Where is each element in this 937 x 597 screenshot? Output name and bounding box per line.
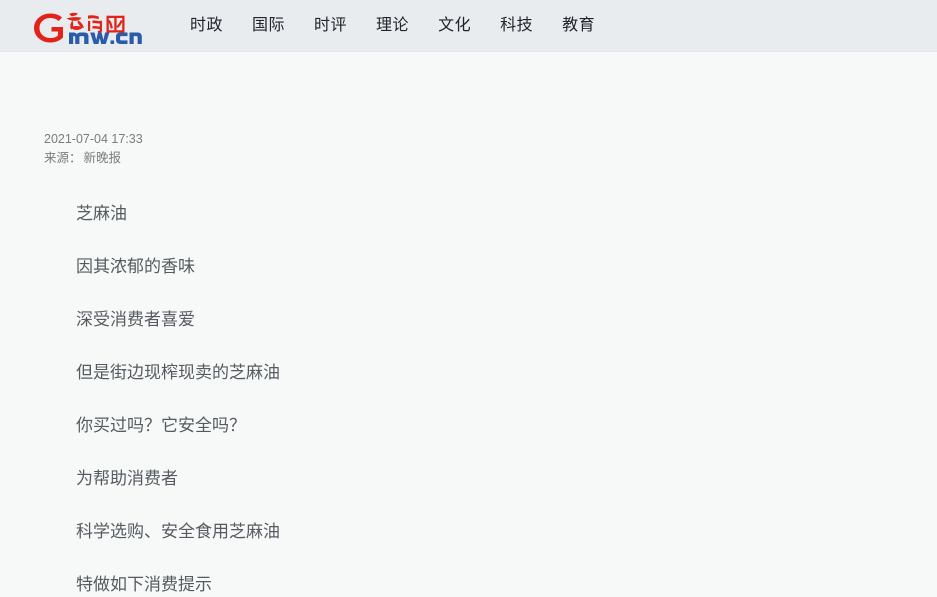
article-page: 2021-07-04 17:33 来源： 新晚报 芝麻油 因其浓郁的香味 深受消费… <box>0 52 937 594</box>
article-paragraph: 深受消费者喜爱 <box>76 310 195 329</box>
site-header: 时政 国际 时评 理论 文化 科技 教育 <box>0 0 937 52</box>
site-logo[interactable] <box>28 7 146 47</box>
nav-item-jiaoyu[interactable]: 教育 <box>562 0 595 51</box>
article-paragraph: 科学选购、安全食用芝麻油 <box>76 522 280 541</box>
article-paragraph: 你买过吗？它安全吗？ <box>76 416 246 435</box>
gmw-logo-icon <box>34 12 142 44</box>
nav-item-shizheng[interactable]: 时政 <box>190 0 223 51</box>
nav-item-guoji[interactable]: 国际 <box>252 0 285 51</box>
article-paragraph: 因其浓郁的香味 <box>76 257 195 276</box>
article-source-name: 新晚报 <box>83 151 122 165</box>
article-body: 芝麻油 因其浓郁的香味 深受消费者喜爱 但是街边现榨现卖的芝麻油 你买过吗？它安… <box>76 202 836 597</box>
article-paragraph: 为帮助消费者 <box>76 469 178 488</box>
nav-item-lilun[interactable]: 理论 <box>376 0 409 51</box>
main-nav: 时政 国际 时评 理论 文化 科技 教育 <box>190 0 595 51</box>
nav-item-shiping[interactable]: 时评 <box>314 0 347 51</box>
article-datetime: 2021-07-04 17:33 <box>44 132 143 146</box>
article-source-label: 来源： <box>44 151 82 165</box>
article-paragraph: 特做如下消费提示 <box>76 575 212 594</box>
article-source: 来源： 新晚报 <box>44 149 143 168</box>
article-paragraph: 但是街边现榨现卖的芝麻油 <box>76 363 280 382</box>
nav-item-wenhua[interactable]: 文化 <box>438 0 471 51</box>
article-paragraph: 芝麻油 <box>76 204 127 223</box>
nav-item-keji[interactable]: 科技 <box>500 0 533 51</box>
article-meta: 2021-07-04 17:33 来源： 新晚报 <box>44 130 143 168</box>
